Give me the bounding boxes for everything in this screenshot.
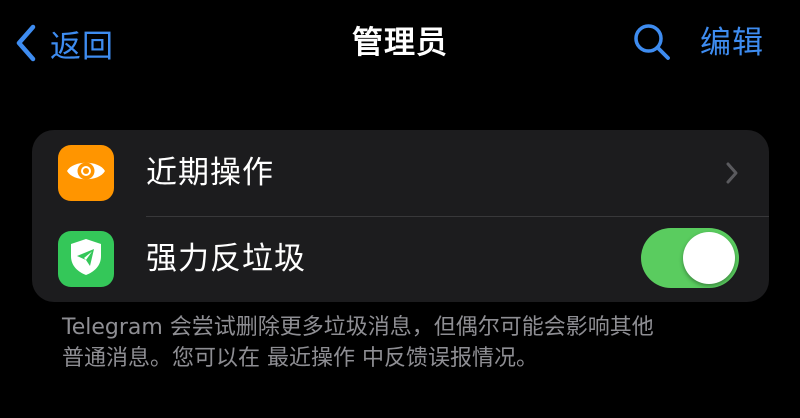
recent-actions-row[interactable]: 近期操作 xyxy=(32,130,769,216)
footer-note-prefix: 普通消息。您可以在 xyxy=(62,346,267,371)
edit-button[interactable]: 编辑 xyxy=(700,20,764,66)
recent-actions-label: 近期操作 xyxy=(146,155,274,191)
eye-icon xyxy=(65,156,107,190)
toggle-knob xyxy=(683,232,735,284)
search-button[interactable] xyxy=(630,22,674,66)
navigation-bar: 返回 管理员 编辑 xyxy=(0,0,800,90)
footer-note-line-1: Telegram 会尝试删除更多垃圾消息，但偶尔可能会影响其他 xyxy=(62,315,654,340)
anti-spam-icon-tile xyxy=(58,231,114,287)
page-title: 管理员 xyxy=(352,25,448,61)
anti-spam-label: 强力反垃圾 xyxy=(146,241,306,277)
footer-note: Telegram 会尝试删除更多垃圾消息，但偶尔可能会影响其他 普通消息。您可以… xyxy=(62,312,762,374)
shield-send-icon xyxy=(68,237,104,281)
recent-actions-link[interactable]: 最近操作 xyxy=(267,346,355,371)
settings-group: 近期操作 强力反垃圾 xyxy=(32,130,769,302)
admin-settings-page: 返回 管理员 编辑 近期操作 强力反垃圾 Telegram 会尝试删除更多垃圾消… xyxy=(0,0,800,418)
footer-note-suffix: 中反馈误报情况。 xyxy=(355,346,539,371)
anti-spam-toggle[interactable] xyxy=(641,228,739,288)
anti-spam-row: 强力反垃圾 xyxy=(32,216,769,302)
recent-actions-icon-tile xyxy=(58,145,114,201)
footer-note-line-2: 普通消息。您可以在 最近操作 中反馈误报情况。 xyxy=(62,343,762,374)
search-icon xyxy=(632,22,672,66)
chevron-right-icon xyxy=(722,159,742,187)
